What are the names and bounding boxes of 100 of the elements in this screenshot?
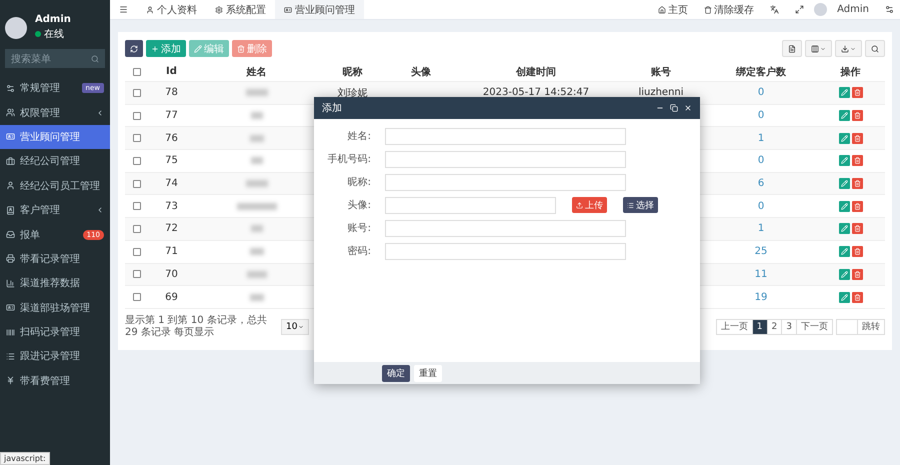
edit-button[interactable] xyxy=(838,268,850,280)
sidebar-item[interactable]: 营业顾问管理 xyxy=(0,124,110,150)
page-button[interactable]: 上一页 xyxy=(716,318,753,335)
refresh-button[interactable] xyxy=(125,40,143,57)
inbox-icon xyxy=(6,230,15,240)
edit-button[interactable] xyxy=(838,246,850,258)
edit-button[interactable] xyxy=(838,132,850,144)
reset-button[interactable]: 重置 xyxy=(414,364,442,382)
delete-button[interactable] xyxy=(852,268,862,280)
table-cell: 74 xyxy=(165,178,178,190)
delete-button[interactable] xyxy=(852,292,862,303)
input-field[interactable] xyxy=(385,174,626,190)
edit-button[interactable] xyxy=(838,110,850,122)
maximize-icon[interactable] xyxy=(670,104,678,112)
document-icon xyxy=(788,44,796,52)
customer-count-link[interactable]: 0 xyxy=(758,200,764,212)
sidebar-item[interactable]: 客户管理 xyxy=(0,198,110,222)
delete-button[interactable] xyxy=(852,246,862,258)
row-checkbox[interactable] xyxy=(133,248,141,256)
sidebar-item[interactable]: 带看费管理 xyxy=(0,368,110,394)
nav-tab[interactable]: 系统配置 xyxy=(206,0,275,19)
delete-button[interactable] xyxy=(852,132,862,144)
page-size-select[interactable]: 10 xyxy=(281,318,310,335)
page-button[interactable]: 3 xyxy=(781,318,797,335)
column-header: 操作 xyxy=(840,66,860,78)
bar-chart-icon xyxy=(6,278,15,288)
top-link[interactable]: 清除缓存 xyxy=(698,2,760,16)
trash-icon xyxy=(854,157,860,164)
close-icon[interactable] xyxy=(684,104,692,112)
pencil-icon xyxy=(194,44,202,52)
confirm-button[interactable]: 确定 xyxy=(382,364,410,382)
edit-button[interactable] xyxy=(838,155,850,166)
input-field[interactable] xyxy=(385,196,556,214)
blurred-text xyxy=(250,225,262,232)
search-button[interactable] xyxy=(865,40,885,57)
columns-icon xyxy=(811,44,819,52)
sidebar-item[interactable]: 权限管理 xyxy=(0,100,110,125)
table-cell: 77 xyxy=(165,110,178,122)
select-all-checkbox[interactable] xyxy=(133,68,141,76)
delete-button[interactable] xyxy=(852,178,862,190)
customer-count-link[interactable]: 0 xyxy=(758,110,764,122)
choose-button[interactable]: 选择 xyxy=(623,197,658,213)
row-checkbox[interactable] xyxy=(133,88,141,97)
table-cell: 78 xyxy=(165,87,178,98)
page-button[interactable]: 下一页 xyxy=(796,318,833,335)
edit-button[interactable] xyxy=(838,223,850,234)
edit-button[interactable] xyxy=(838,200,850,212)
contact-book-icon xyxy=(6,206,15,215)
top-link[interactable]: 主页 xyxy=(652,2,694,16)
row-checkbox[interactable] xyxy=(133,293,141,302)
export-button[interactable] xyxy=(835,40,862,57)
sidebar-item[interactable]: 经纪公司管理 xyxy=(0,149,110,174)
page-input[interactable] xyxy=(836,318,858,335)
table-cell-text: 刘珍妮 xyxy=(338,86,368,100)
input-field[interactable] xyxy=(385,128,626,144)
table-cell: 76 xyxy=(165,132,178,144)
edit-button[interactable] xyxy=(838,87,850,98)
delete-button[interactable] xyxy=(852,200,862,212)
nav-tab[interactable]: 营业顾问管理 xyxy=(275,0,364,19)
trash-icon xyxy=(854,294,860,301)
id-card-icon xyxy=(284,6,292,14)
row-checkbox[interactable] xyxy=(133,224,141,233)
toggle-view-button[interactable] xyxy=(782,40,802,57)
customer-count-link[interactable]: 25 xyxy=(754,246,768,258)
row-checkbox[interactable] xyxy=(133,156,141,165)
nav-tab[interactable]: 个人资料 xyxy=(137,0,206,19)
columns-button[interactable] xyxy=(805,40,832,57)
upload-button[interactable]: 上传 xyxy=(572,197,607,213)
id-card-icon xyxy=(6,303,15,312)
sidebar-item[interactable]: 扫码记录管理 xyxy=(0,320,110,344)
sidebar-item[interactable]: 跟进记录管理 xyxy=(0,344,110,369)
sidebar-item[interactable]: 带看记录管理 xyxy=(0,246,110,272)
delete-button[interactable] xyxy=(852,223,862,234)
field-label: 姓名: xyxy=(346,130,371,143)
row-checkbox[interactable] xyxy=(133,112,141,120)
go-button[interactable]: 跳转 xyxy=(857,318,885,335)
sidebar-item[interactable]: 渠道部驻场管理 xyxy=(0,296,110,320)
edit-button[interactable] xyxy=(838,178,850,190)
customer-count-link[interactable]: 19 xyxy=(754,292,768,303)
delete-button[interactable] xyxy=(852,155,862,166)
row-checkbox[interactable] xyxy=(133,134,141,142)
row-checkbox[interactable] xyxy=(133,180,141,188)
list-icon xyxy=(627,202,634,208)
sidebar-item[interactable]: 经纪公司员工管理 xyxy=(0,174,110,198)
input-field[interactable] xyxy=(385,220,626,236)
trash-icon xyxy=(854,134,860,142)
gear-icon xyxy=(215,6,223,14)
input-field[interactable] xyxy=(385,242,626,260)
user-menu[interactable]: Admin xyxy=(831,4,875,15)
pencil-icon xyxy=(840,270,848,278)
trash-icon xyxy=(854,180,860,188)
row-checkbox[interactable] xyxy=(133,270,141,278)
edit-button[interactable] xyxy=(838,292,850,303)
row-checkbox[interactable] xyxy=(133,202,141,210)
page-button[interactable]: 1 xyxy=(752,318,768,335)
customer-count-link[interactable]: 0 xyxy=(758,155,764,166)
sidebar-item[interactable]: 渠道推荐数据 xyxy=(0,271,110,296)
delete-button[interactable] xyxy=(852,87,862,98)
input-field[interactable] xyxy=(385,150,626,168)
delete-button[interactable] xyxy=(852,110,862,122)
